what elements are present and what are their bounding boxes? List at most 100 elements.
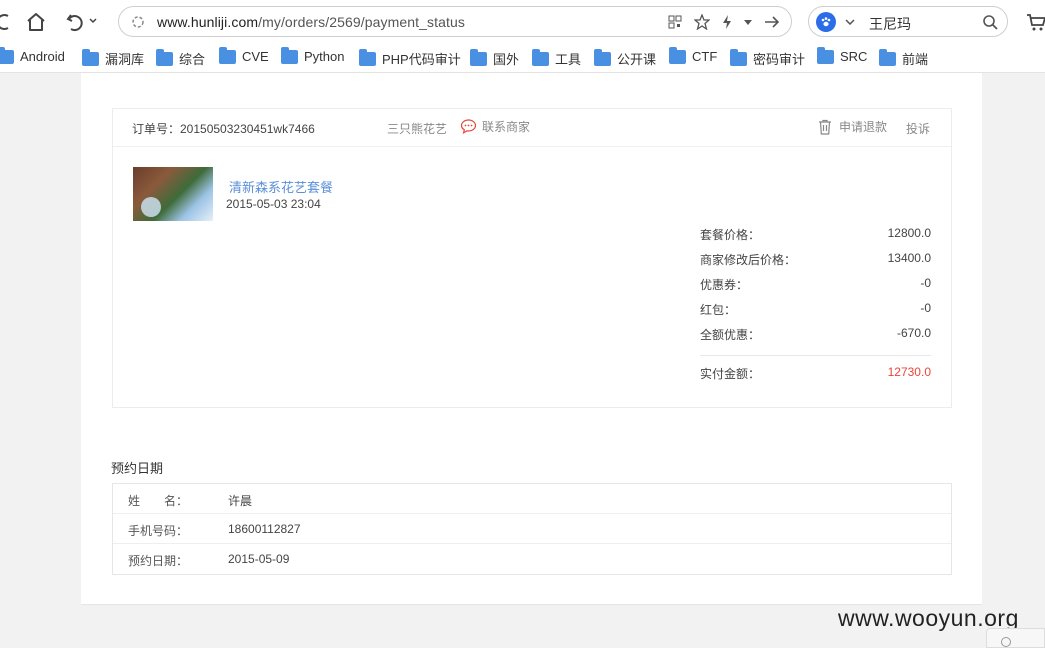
corner-widget[interactable] (986, 628, 1045, 648)
bookmark-label: Android (20, 49, 65, 64)
folder-icon (219, 46, 236, 64)
price-row-modified: 商家修改后价格： 13400.0 (700, 248, 931, 268)
dropdown-icon[interactable] (743, 17, 753, 27)
bookmark-label: 公开课 (617, 52, 657, 67)
star-icon[interactable] (693, 13, 711, 31)
search-box[interactable]: 王尼玛 (808, 6, 1008, 37)
row-key: 预约日期： (128, 554, 189, 568)
bookmark-src[interactable]: SRC (817, 46, 868, 64)
bookmark-foreign[interactable]: 国外 (470, 48, 520, 68)
row-value: 2015-05-09 (228, 552, 290, 566)
price-value: -670.0 (896, 326, 931, 340)
search-query[interactable]: 王尼玛 (869, 14, 911, 34)
price-divider (700, 355, 931, 356)
bookmark-label: SRC (840, 49, 868, 64)
bookmark-label: 密码审计 (753, 52, 806, 67)
price-value: 12800.0 (887, 226, 931, 240)
total-label: 实付金额： (700, 367, 761, 381)
url-path: /my/orders/2569/payment_status (258, 14, 465, 30)
complain-button[interactable]: 投诉 (906, 120, 930, 137)
site-icon (130, 14, 146, 30)
chat-bubble-icon (460, 119, 477, 134)
bookmark-label: 国外 (493, 52, 520, 67)
product-thumbnail[interactable] (133, 167, 213, 221)
folder-icon (82, 48, 99, 66)
bookmark-vuln-db[interactable]: 漏洞库 (82, 48, 145, 68)
total-value: 12730.0 (887, 365, 931, 379)
refund-button[interactable]: 申请退款 (818, 118, 887, 135)
table-row: 预约日期： 2015-05-09 (113, 544, 951, 574)
folder-icon (156, 48, 173, 66)
price-row-package: 套餐价格： 12800.0 (700, 223, 931, 243)
price-label: 全额优惠： (700, 328, 761, 342)
trash-icon (819, 119, 831, 135)
chevron-down-icon[interactable] (88, 14, 98, 28)
search-icon[interactable] (981, 13, 999, 31)
row-value: 18600112827 (228, 522, 301, 536)
bookmark-tools[interactable]: 工具 (532, 48, 582, 68)
table-row: 姓 名： 许晨 (113, 484, 951, 514)
bookmark-password-audit[interactable]: 密码审计 (730, 48, 806, 68)
bookmark-label: 前端 (902, 52, 929, 67)
row-key: 手机号码： (128, 524, 189, 538)
url-text[interactable]: www.hunliji.com/my/orders/2569/payment_s… (157, 14, 465, 30)
chevron-down-icon[interactable] (845, 17, 855, 27)
bookmark-cve[interactable]: CVE (219, 46, 269, 64)
bookmark-php-audit[interactable]: PHP代码审计 (359, 48, 461, 68)
price-label: 商家修改后价格： (700, 253, 797, 267)
price-label: 红包： (700, 303, 737, 317)
browser-toolbar: www.hunliji.com/my/orders/2569/payment_s… (0, 0, 1045, 43)
price-value: 13400.0 (887, 251, 931, 265)
price-value: -0 (920, 301, 931, 315)
bookmark-general[interactable]: 综合 (156, 48, 206, 68)
undo-icon[interactable] (64, 10, 86, 34)
price-label: 优惠券： (700, 278, 749, 292)
bookmark-ctf[interactable]: CTF (669, 46, 717, 64)
home-icon[interactable] (24, 10, 48, 34)
baidu-paw-icon (816, 12, 836, 32)
row-value: 许晨 (228, 494, 253, 508)
order-card: 订单号：20150503230451wk7466 三只熊花艺 联系商家 申请退款… (112, 108, 952, 408)
product-name-link[interactable]: 清新森系花艺套餐 (229, 177, 333, 196)
bookmark-label: 综合 (179, 52, 206, 67)
price-row-total: 实付金额： 12730.0 (700, 362, 931, 382)
folder-icon (532, 48, 549, 66)
price-row-redpacket: 红包： -0 (700, 298, 931, 318)
address-bar[interactable]: www.hunliji.com/my/orders/2569/payment_s… (118, 6, 792, 37)
bookmark-python[interactable]: Python (281, 46, 344, 64)
contact-merchant-label: 联系商家 (482, 120, 531, 134)
order-number: 订单号：20150503230451wk7466 (132, 122, 315, 136)
row-key: 姓 名： (128, 494, 189, 508)
bookmarks-bar: Android 漏洞库 综合 CVE Python PHP代码审计 国外 工具 … (0, 43, 1045, 73)
order-page: 订单号：20150503230451wk7466 三只熊花艺 联系商家 申请退款… (81, 73, 982, 605)
bookmark-label: 工具 (555, 52, 582, 67)
url-host: www.hunliji.com (157, 14, 259, 30)
bookmark-open-course[interactable]: 公开课 (594, 48, 657, 68)
cart-icon[interactable] (1026, 11, 1045, 33)
price-row-discount: 全额优惠： -670.0 (700, 323, 931, 343)
folder-icon (594, 48, 611, 66)
reload-icon[interactable] (0, 11, 10, 33)
contact-merchant-button[interactable]: 联系商家 (460, 118, 530, 135)
qr-code-icon[interactable] (667, 14, 683, 30)
folder-icon (730, 48, 747, 66)
bookmark-frontend[interactable]: 前端 (879, 48, 929, 68)
order-header: 订单号：20150503230451wk7466 三只熊花艺 联系商家 申请退款… (113, 109, 951, 147)
appointment-table: 姓 名： 许晨 手机号码： 18600112827 预约日期： 2015-05-… (112, 483, 952, 575)
bookmark-label: 漏洞库 (105, 52, 145, 67)
bolt-icon[interactable] (720, 13, 734, 31)
folder-icon (359, 48, 376, 66)
go-arrow-icon[interactable] (763, 13, 781, 31)
folder-icon (470, 48, 487, 66)
folder-icon (281, 46, 298, 64)
bookmark-android[interactable]: Android (0, 46, 65, 64)
folder-icon (817, 46, 834, 64)
bookmark-label: CVE (242, 49, 269, 64)
price-row-coupon: 优惠券： -0 (700, 273, 931, 293)
circle-icon (1001, 637, 1011, 647)
merchant-name[interactable]: 三只熊花艺 (387, 120, 447, 137)
product-time: 2015-05-03 23:04 (226, 197, 321, 211)
folder-icon (669, 46, 686, 64)
folder-icon (879, 48, 896, 66)
appointment-title: 预约日期 (111, 461, 164, 476)
